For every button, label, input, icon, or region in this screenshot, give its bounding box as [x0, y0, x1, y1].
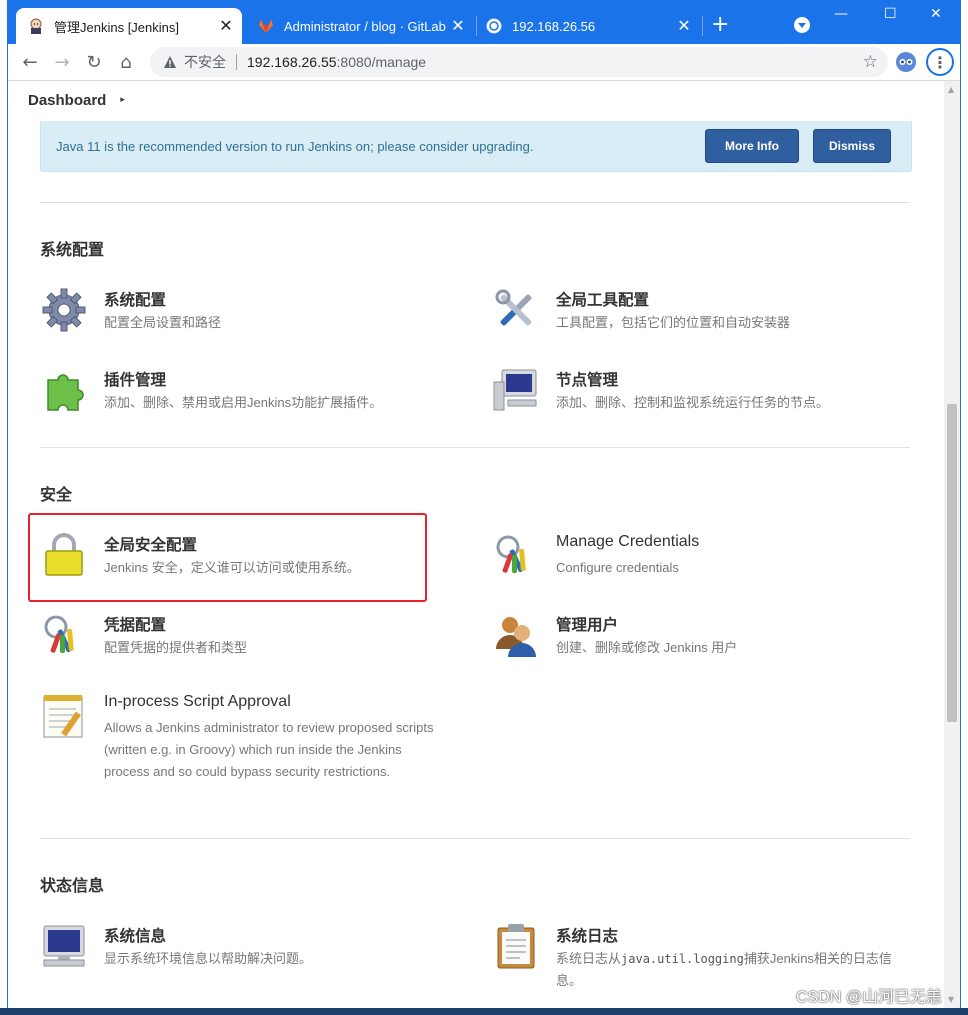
watermark: CSDN @山河已无恙: [795, 989, 942, 1006]
item-description: 配置全局设置和路径: [104, 315, 222, 330]
divider: [40, 447, 910, 448]
item-description: 工具配置，包括它们的位置和自动安装器: [556, 315, 791, 330]
item-title: 节点管理: [556, 371, 619, 389]
item-title: 系统配置: [104, 291, 167, 309]
breadcrumb-arrow-icon[interactable]: ▸: [120, 95, 125, 105]
tab-title: 管理Jenkins [Jenkins]: [54, 19, 179, 35]
gitlab-favicon-icon: [258, 18, 274, 34]
tab-jenkins[interactable]: 管理Jenkins [Jenkins] ✕: [16, 8, 242, 44]
chevron-down-icon: [798, 23, 806, 28]
item-description: 创建、删除或修改 Jenkins 用户: [556, 640, 738, 655]
browser-toolbar: ← → ↻ ⌂ 不安全 192.168.26.55:8080/manage ☆ …: [8, 44, 960, 81]
notepad-icon: [40, 691, 88, 739]
item-title: 管理用户: [556, 616, 619, 634]
tab-ip[interactable]: 192.168.26.56 ✕: [474, 8, 700, 44]
users-icon: [492, 611, 540, 659]
close-tab-icon[interactable]: ✕: [216, 16, 236, 36]
gear-icon: [40, 286, 88, 334]
url-path: :8080/manage: [336, 54, 427, 70]
item-title: 凭据配置: [104, 616, 167, 634]
item-description: 显示系统环境信息以帮助解决问题。: [104, 951, 313, 966]
home-button[interactable]: ⌂: [114, 50, 138, 74]
omnibox-divider: [236, 54, 237, 70]
scroll-up-icon[interactable]: ▲: [948, 85, 954, 94]
section-title-status: 状态信息: [40, 876, 105, 895]
tab-divider: [702, 16, 703, 36]
close-tab-icon[interactable]: ✕: [448, 16, 468, 36]
plugin-icon: [40, 366, 88, 414]
extension-icon[interactable]: [896, 52, 916, 72]
back-button[interactable]: ←: [18, 50, 42, 74]
tab-gitlab[interactable]: Administrator / blog · GitLab ✕: [246, 8, 474, 44]
item-title: 全局工具配置: [556, 291, 650, 309]
section-title-system: 系统配置: [40, 240, 105, 259]
computer-icon: [492, 366, 540, 414]
keys-icon: [40, 611, 88, 659]
item-description: 添加、删除、禁用或启用Jenkins功能扩展插件。: [104, 395, 383, 410]
new-tab-button[interactable]: +: [711, 12, 729, 38]
reload-button[interactable]: ↻: [82, 50, 106, 74]
section-title-security: 安全: [40, 485, 73, 504]
log-desc-pre: 系统日志从: [556, 951, 622, 966]
browser-window: 管理Jenkins [Jenkins] ✕ Administrator / bl…: [8, 0, 960, 1008]
log-desc-code: java.util.logging: [621, 952, 744, 966]
tab-title: Administrator / blog · GitLab: [284, 18, 446, 34]
item-description: Configure credentials: [556, 560, 679, 575]
url-text[interactable]: 192.168.26.55:8080/manage: [247, 54, 426, 70]
credentials-icon: [492, 531, 540, 579]
background-window-right: [960, 0, 968, 1015]
warning-icon[interactable]: [162, 54, 178, 70]
item-title: 系统日志: [556, 927, 619, 945]
monitor-icon: [40, 922, 88, 970]
item-description: Allows a Jenkins administrator to review…: [104, 720, 434, 779]
close-window-button[interactable]: ✕: [930, 6, 942, 22]
item-title: 插件管理: [104, 371, 167, 389]
jenkins-manage-page: Dashboard ▸ Java 11 is the recommended v…: [8, 81, 944, 1008]
close-tab-icon[interactable]: ✕: [674, 16, 694, 36]
address-bar[interactable]: 不安全 192.168.26.55:8080/manage ☆: [150, 47, 888, 77]
divider: [40, 202, 910, 203]
item-title: In-process Script Approval: [104, 693, 291, 710]
jenkins-favicon-icon: [28, 18, 44, 34]
scrollbar-thumb[interactable]: [947, 404, 957, 722]
item-title: Manage Credentials: [556, 533, 700, 550]
menu-button[interactable]: ⋮: [926, 48, 954, 76]
page-scrollbar[interactable]: ▲ ▼: [944, 81, 960, 1008]
url-host: 192.168.26.55: [247, 54, 337, 70]
taskbar-strip: [0, 1008, 968, 1015]
banner-message: Java 11 is the recommended version to ru…: [56, 138, 534, 154]
item-title: 系统信息: [104, 927, 167, 945]
bookmark-star-icon[interactable]: ☆: [863, 52, 878, 72]
scroll-down-icon[interactable]: ▼: [948, 995, 954, 1004]
item-description: 添加、删除、控制和监视系统运行任务的节点。: [556, 395, 830, 410]
more-info-button[interactable]: More Info: [705, 129, 799, 163]
tab-strip: 管理Jenkins [Jenkins] ✕ Administrator / bl…: [8, 0, 960, 44]
breadcrumb-dashboard[interactable]: Dashboard: [28, 92, 106, 109]
divider: [40, 838, 910, 839]
breadcrumb: Dashboard ▸: [8, 81, 944, 119]
clipboard-icon: [492, 922, 540, 970]
forward-button[interactable]: →: [50, 50, 74, 74]
maximize-button[interactable]: ☐: [884, 6, 897, 22]
security-label[interactable]: 不安全: [184, 52, 226, 72]
globe-favicon-icon: [486, 18, 502, 34]
tab-title: 192.168.26.56: [512, 18, 596, 34]
highlight-box: [28, 513, 427, 602]
tab-search-button[interactable]: [794, 17, 810, 33]
item-description: 配置凭据的提供者和类型: [104, 640, 248, 655]
dismiss-button[interactable]: Dismiss: [813, 129, 891, 163]
tools-icon: [492, 286, 540, 334]
upgrade-banner: Java 11 is the recommended version to ru…: [40, 121, 912, 172]
minimize-button[interactable]: —: [834, 6, 848, 22]
